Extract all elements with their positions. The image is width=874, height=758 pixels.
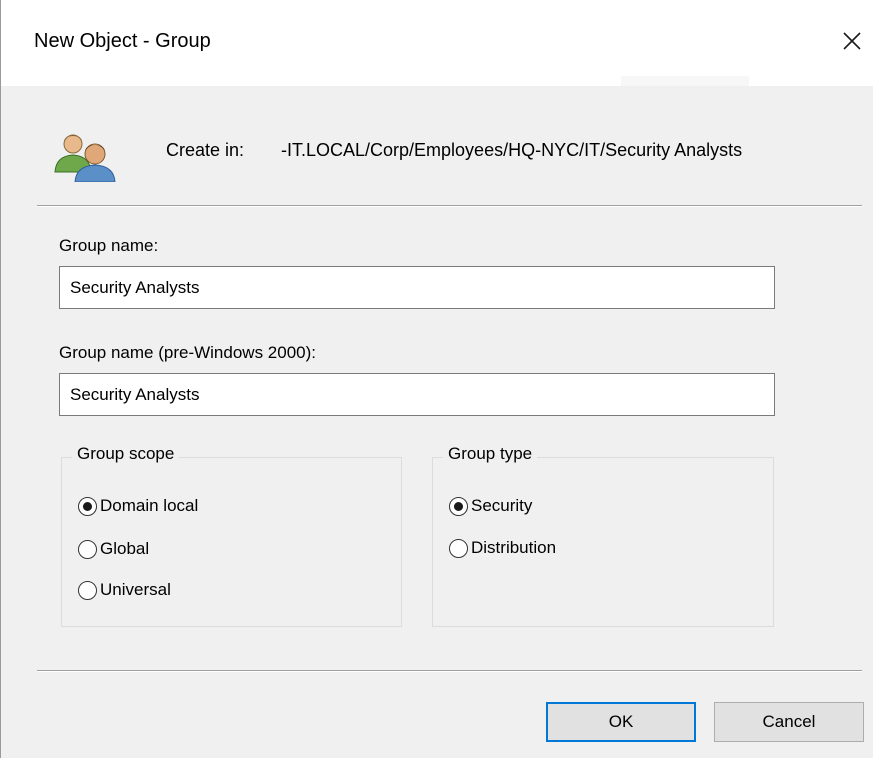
footer-divider (37, 670, 862, 672)
radio-security[interactable]: Security (449, 496, 532, 516)
radio-global[interactable]: Global (78, 539, 149, 559)
group-name-label: Group name: (59, 236, 159, 255)
radio-universal[interactable]: Universal (78, 580, 171, 600)
cancel-button[interactable]: Cancel (714, 702, 864, 742)
ok-button[interactable]: OK (546, 702, 696, 742)
close-button[interactable] (837, 26, 867, 56)
title-bar-shadow (621, 76, 749, 86)
radio-label: Global (100, 539, 150, 558)
header-divider (37, 205, 862, 207)
create-in-label: Create in: (166, 140, 245, 160)
radio-label: Security (471, 496, 533, 515)
group-type-box: Group type Security Distribution (432, 444, 774, 627)
new-object-group-dialog: New Object - Group Create in: -IT.LOCAL/… (0, 0, 874, 758)
group-users-icon (54, 134, 116, 182)
radio-button-checked[interactable] (78, 496, 97, 516)
dialog-title: New Object - Group (34, 30, 211, 52)
close-icon (843, 32, 861, 50)
group-name-input[interactable] (59, 266, 775, 309)
group-scope-legend: Group scope (72, 444, 180, 464)
group-name-pre2000-input[interactable] (59, 373, 775, 416)
radio-label: Universal (100, 580, 171, 599)
radio-label: Distribution (471, 538, 557, 557)
title-bar[interactable]: New Object - Group (1, 0, 874, 86)
create-in-path: -IT.LOCAL/Corp/Employees/HQ-NYC/IT/Secur… (281, 140, 841, 161)
group-scope-box: Group scope Domain local Global Universa… (61, 444, 402, 627)
radio-button[interactable] (78, 580, 97, 600)
create-in-path-text: -IT.LOCAL/Corp/Employees/HQ-NYC/IT/Secur… (281, 140, 743, 160)
radio-domain-local[interactable]: Domain local (78, 496, 198, 516)
radio-button[interactable] (78, 539, 97, 559)
radio-distribution[interactable]: Distribution (449, 538, 556, 558)
group-type-legend: Group type (443, 444, 538, 464)
radio-button-checked[interactable] (449, 496, 468, 516)
group-name-pre2000-label: Group name (pre-Windows 2000): (59, 343, 317, 362)
radio-label: Domain local (100, 496, 199, 515)
radio-button[interactable] (449, 538, 468, 558)
